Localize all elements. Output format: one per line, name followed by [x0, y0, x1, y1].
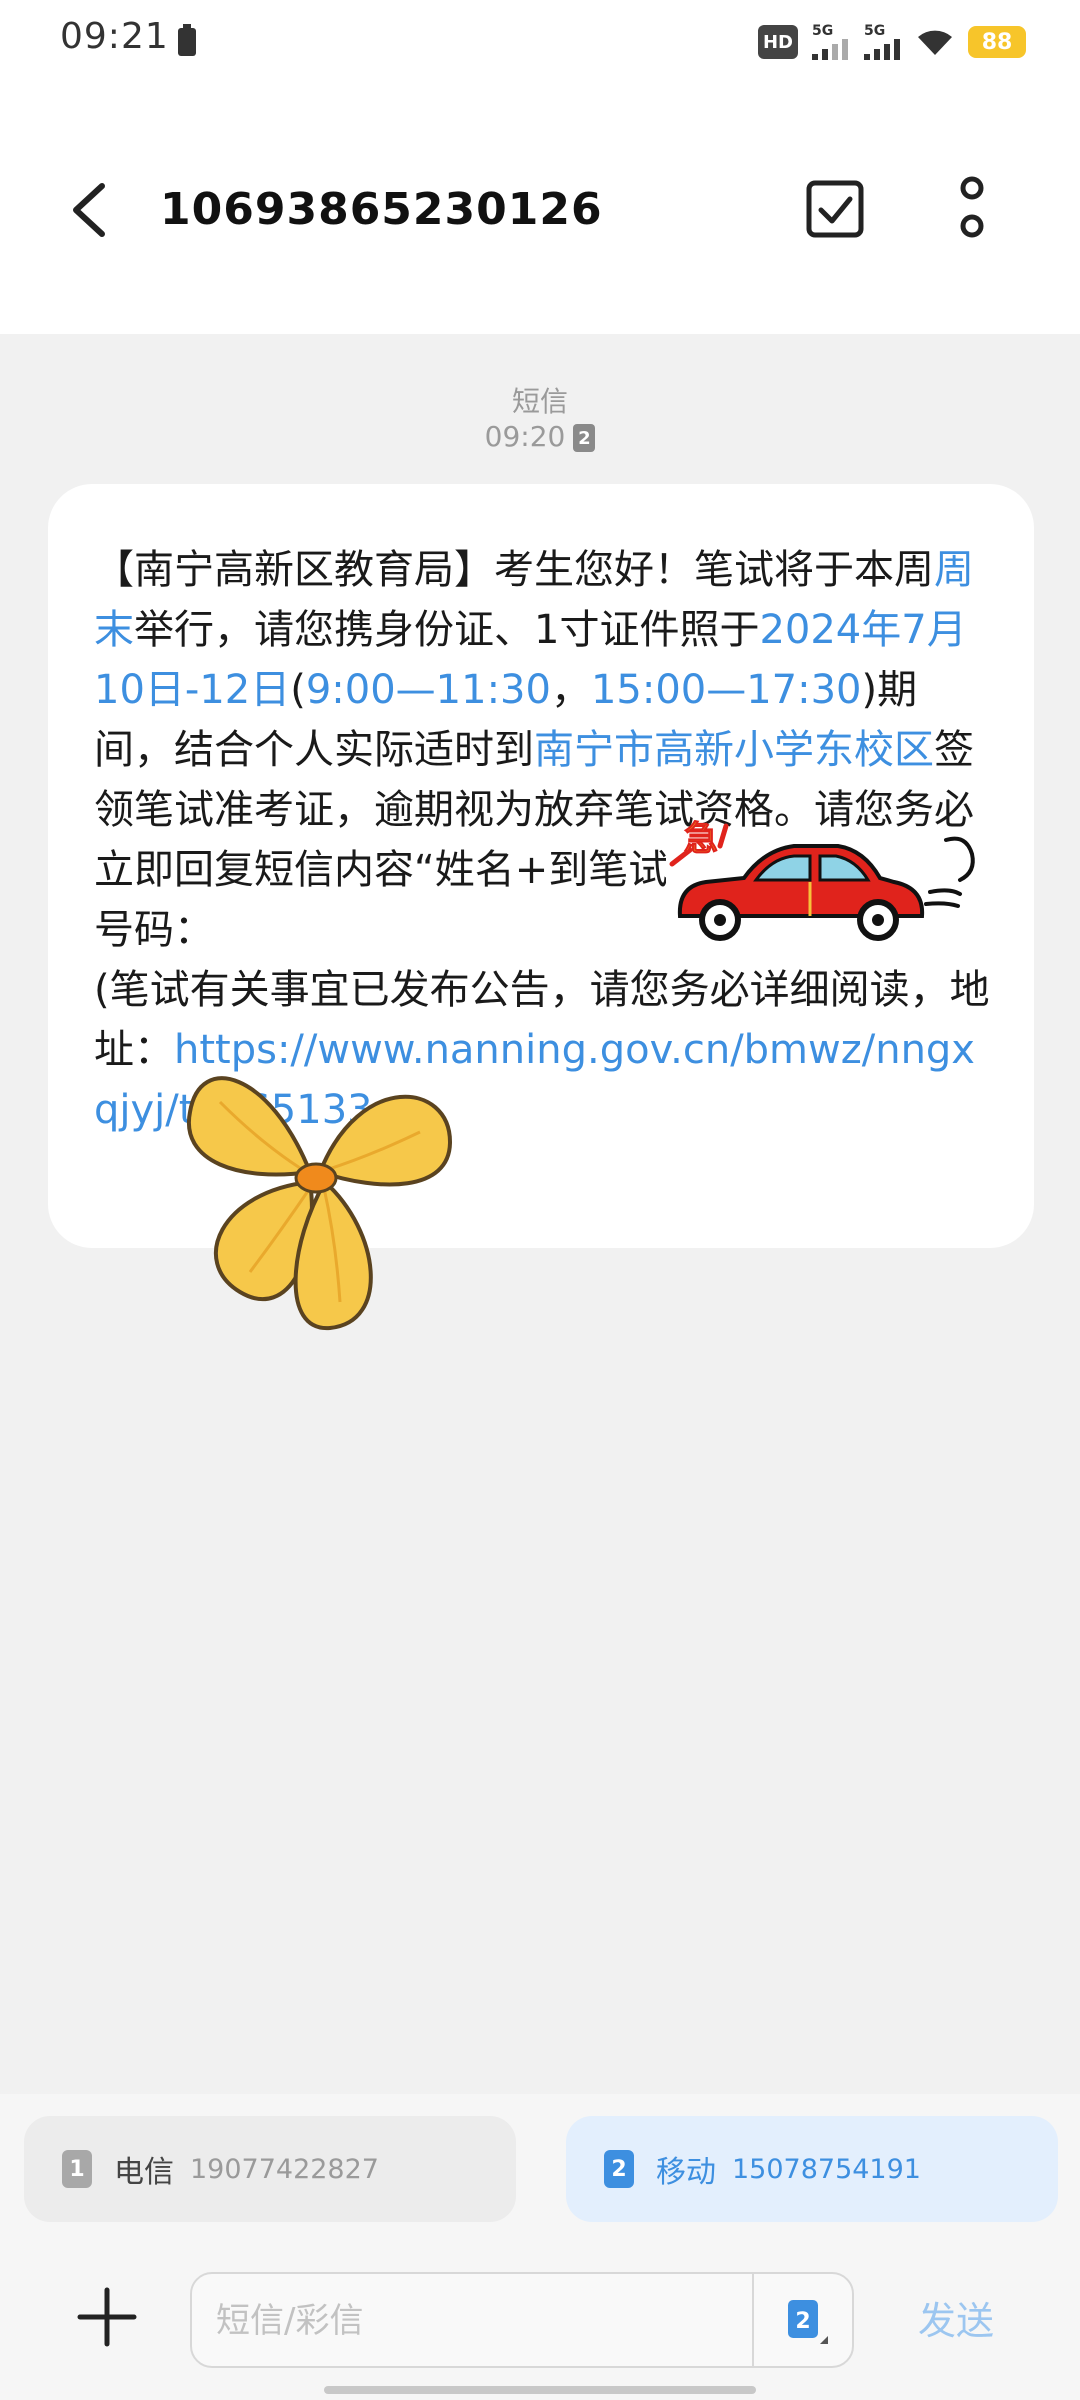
- red-car-sticker: 急: [666, 820, 990, 941]
- sim1-badge: 1: [62, 2150, 92, 2188]
- message-type-label: 短信: [511, 385, 568, 418]
- sim1-option[interactable]: 1 电信 19077422827: [24, 2116, 516, 2222]
- message-timestamp: 09:20 2: [0, 420, 1080, 453]
- plus-icon[interactable]: [76, 2286, 138, 2348]
- sim1-number: 19077422827: [190, 2153, 379, 2185]
- yellow-flower-sticker: [186, 1076, 453, 1331]
- time-link[interactable]: 9:00—11:30: [306, 667, 551, 713]
- message-input-wrapper: 2: [190, 2272, 854, 2368]
- wifi-icon: [918, 30, 952, 55]
- battery-saver-icon: [178, 24, 196, 56]
- sim-badge: 2: [573, 424, 596, 452]
- message-input[interactable]: [216, 2294, 716, 2348]
- more-vertical-icon[interactable]: [954, 174, 990, 246]
- sim2-option[interactable]: 2 移动 15078754191: [566, 2116, 1058, 2222]
- sim-selector: 1 电信 19077422827 2 移动 15078754191: [0, 2094, 1080, 2244]
- svg-text:2: 2: [795, 2309, 810, 2334]
- sim-switch-icon[interactable]: 2: [784, 2298, 828, 2346]
- svg-text:急: 急: [684, 820, 718, 859]
- conversation-title: 10693865230126: [160, 184, 603, 235]
- send-button[interactable]: 发送: [918, 2290, 994, 2345]
- time-link[interactable]: 15:00—17:30: [591, 667, 862, 713]
- sim2-carrier: 移动: [656, 2155, 716, 2190]
- compose-bar: 2 发送: [0, 2244, 1080, 2400]
- input-divider: [752, 2274, 754, 2366]
- chevron-left-icon[interactable]: [66, 180, 112, 240]
- checkbox-icon[interactable]: [806, 180, 864, 238]
- home-indicator[interactable]: [324, 2386, 756, 2394]
- sim1-carrier: 电信: [114, 2155, 174, 2190]
- signal-sim2-icon: 5G: [864, 24, 902, 60]
- signal-sim1-icon: 5G: [812, 24, 850, 60]
- address-link[interactable]: 南宁市高新小学东校区: [534, 727, 934, 773]
- conversation-header: 10693865230126: [0, 84, 1080, 334]
- status-bar: 09:21 HD 5G 5G 88: [0, 0, 1080, 84]
- battery-icon: 88: [968, 26, 1026, 58]
- sim2-number: 15078754191: [732, 2153, 921, 2185]
- hd-voice-icon: HD: [758, 25, 798, 59]
- status-time: 09:21: [60, 16, 169, 57]
- sim2-badge: 2: [604, 2150, 634, 2188]
